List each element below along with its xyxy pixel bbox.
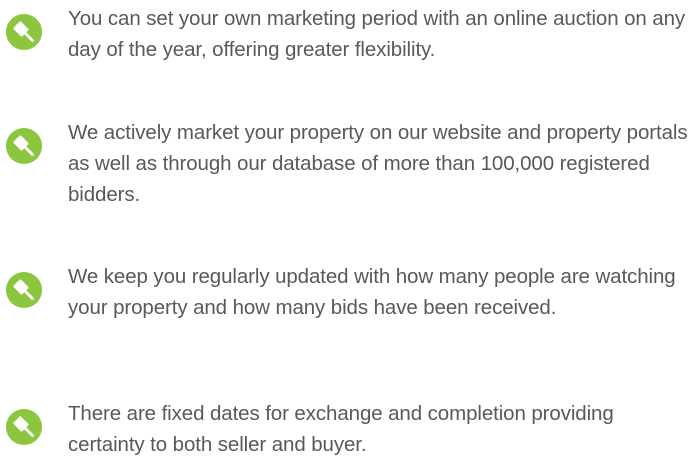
auction-gavel-icon	[5, 408, 43, 446]
auction-gavel-icon	[5, 127, 43, 165]
benefits-list: You can set your own marketing period wi…	[0, 0, 697, 459]
auction-gavel-icon	[5, 13, 43, 51]
auction-gavel-icon	[5, 271, 43, 309]
benefit-text: We keep you regularly updated with how m…	[68, 265, 676, 319]
benefit-text: There are fixed dates for exchange and c…	[68, 402, 614, 456]
benefit-text: You can set your own marketing period wi…	[68, 7, 686, 61]
benefit-text: We actively market your property on our …	[68, 121, 688, 206]
